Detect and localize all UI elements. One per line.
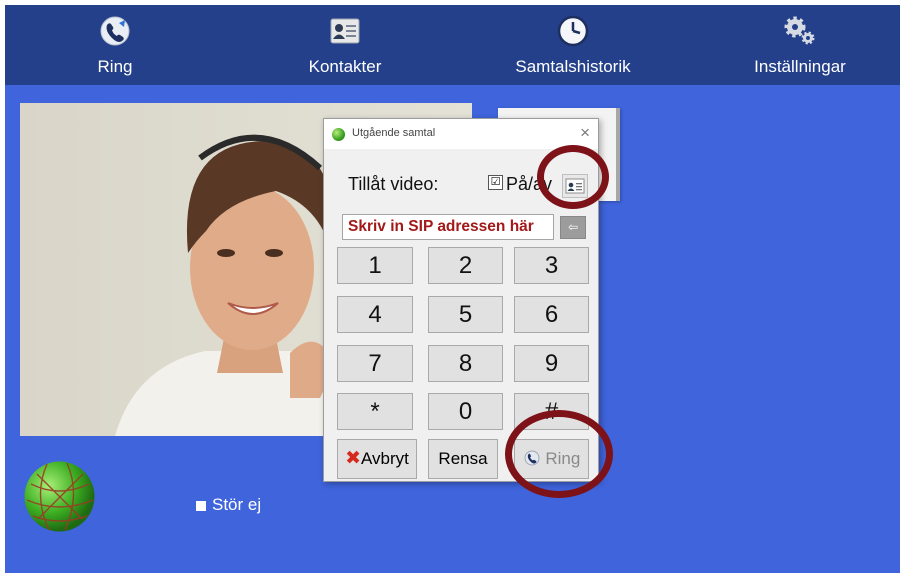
- call-label: Ring: [545, 449, 581, 468]
- contact-card-icon: [330, 18, 360, 44]
- outgoing-call-dialog: Utgående samtal × Tillåt video: ☑ På/av …: [323, 118, 599, 482]
- close-button[interactable]: ×: [580, 123, 590, 143]
- clear-button[interactable]: Rensa: [428, 439, 498, 479]
- nav-label-samtalshistorik: Samtalshistorik: [515, 57, 631, 76]
- dialog-title-bar: Utgående samtal ×: [324, 119, 598, 149]
- key-1[interactable]: 1: [337, 247, 413, 284]
- clock-icon: [557, 15, 589, 47]
- nav-label-kontakter: Kontakter: [308, 57, 382, 76]
- key-hash[interactable]: #: [514, 393, 589, 430]
- top-navigation: Ring Kontakter Samtalshistorik Inställni…: [5, 5, 900, 85]
- app-window: Ring Kontakter Samtalshistorik Inställni…: [5, 5, 900, 573]
- video-checkbox[interactable]: ☑: [488, 175, 503, 190]
- key-8[interactable]: 8: [428, 345, 503, 382]
- cancel-label: Avbryt: [361, 449, 409, 468]
- nav-label-ring: Ring: [97, 57, 133, 76]
- do-not-disturb-label[interactable]: Stör ej: [212, 495, 261, 515]
- app-globe-icon: [332, 128, 345, 141]
- key-4[interactable]: 4: [337, 296, 413, 333]
- do-not-disturb-checkbox[interactable]: [196, 501, 206, 511]
- key-2[interactable]: 2: [428, 247, 503, 284]
- cancel-button[interactable]: ✖Avbryt: [337, 439, 417, 479]
- nav-item-installningar[interactable]: Inställningar: [710, 5, 890, 85]
- key-3[interactable]: 3: [514, 247, 589, 284]
- backspace-button[interactable]: ⇦: [560, 216, 586, 239]
- key-0[interactable]: 0: [428, 393, 503, 430]
- allow-video-label: Tillåt video:: [348, 174, 439, 194]
- nav-item-ring[interactable]: Ring: [25, 5, 205, 85]
- nav-item-samtalshistorik[interactable]: Samtalshistorik: [483, 5, 663, 85]
- phone-globe-icon: [100, 16, 130, 46]
- key-7[interactable]: 7: [337, 345, 413, 382]
- key-6[interactable]: 6: [514, 296, 589, 333]
- red-x-icon: ✖: [345, 448, 362, 469]
- nav-label-installningar: Inställningar: [754, 57, 846, 76]
- key-9[interactable]: 9: [514, 345, 589, 382]
- key-star[interactable]: *: [337, 393, 413, 430]
- contacts-button[interactable]: [562, 174, 588, 198]
- clear-label: Rensa: [438, 449, 488, 468]
- call-button[interactable]: Ring: [514, 439, 589, 479]
- gears-icon: [784, 16, 815, 45]
- nav-item-kontakter[interactable]: Kontakter: [255, 5, 435, 85]
- video-toggle-label[interactable]: På/av: [506, 174, 552, 195]
- key-5[interactable]: 5: [428, 296, 503, 333]
- sip-address-input[interactable]: [342, 214, 554, 240]
- contact-card-icon: [565, 178, 585, 194]
- arrow-left-icon: ⇦: [567, 220, 579, 234]
- phone-globe-icon: [524, 450, 540, 466]
- dialog-title: Utgående samtal: [352, 127, 436, 139]
- status-globe-icon[interactable]: [23, 460, 96, 533]
